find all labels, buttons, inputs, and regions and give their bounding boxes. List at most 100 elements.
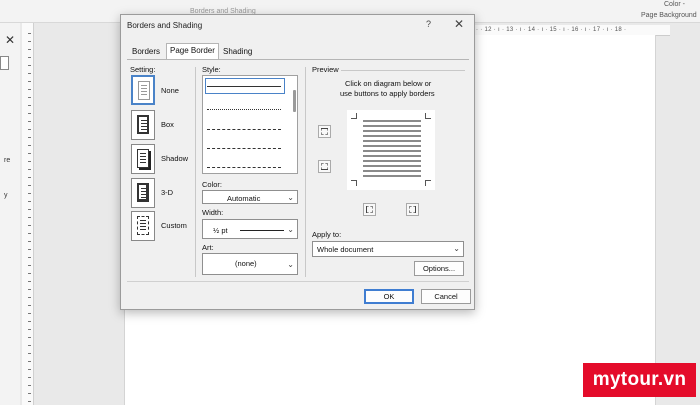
options-button[interactable]: Options... <box>414 261 464 276</box>
ribbon-page-background-label[interactable]: Page Background <box>641 12 697 19</box>
cancel-button[interactable]: Cancel <box>421 289 471 304</box>
ruler-tick <box>28 257 31 258</box>
style-dash-dot-line[interactable] <box>207 167 281 168</box>
ruler-tick <box>28 353 31 354</box>
footer-divider <box>127 281 469 282</box>
close-icon[interactable]: ✕ <box>454 17 464 31</box>
style-dashed-line[interactable] <box>207 129 281 130</box>
border-right-button[interactable] <box>406 203 419 216</box>
setting-box-label[interactable]: Box <box>161 120 174 129</box>
borders-and-shading-dialog: Borders and Shading ? ✕ Borders Page Bor… <box>120 14 475 310</box>
ruler-tick <box>28 225 31 226</box>
setting-shadow-label[interactable]: Shadow <box>161 154 188 163</box>
setting-shadow-icon[interactable] <box>131 144 155 174</box>
ribbon-color-label: Color - <box>664 1 686 8</box>
setting-box-icon[interactable] <box>131 110 155 140</box>
question-icon[interactable]: ? <box>426 19 431 29</box>
setting-3d-label[interactable]: 3-D <box>161 188 173 197</box>
corner-mark <box>351 113 357 119</box>
chevron-down-icon: ⌄ <box>287 193 294 202</box>
dialog-title: Borders and Shading <box>127 21 203 30</box>
ruler-tick <box>28 113 31 114</box>
ruler-tick <box>28 185 31 186</box>
ruler-tick <box>28 81 31 82</box>
mytour-logo: mytour.vn <box>583 363 696 397</box>
width-preview-line <box>240 230 284 231</box>
ruler-tick <box>28 241 31 242</box>
pane-close-icon[interactable]: ✕ <box>5 33 15 47</box>
ruler-tick <box>28 249 31 250</box>
ruler-tick <box>28 145 31 146</box>
color-dropdown[interactable]: Automatic ⌄ <box>202 190 298 204</box>
apply-to-dropdown[interactable]: Whole document ⌄ <box>312 241 464 257</box>
width-value: ½ pt <box>213 226 228 235</box>
color-value: Automatic <box>227 194 261 203</box>
ruler-tick <box>28 49 31 50</box>
corner-mark <box>425 113 431 119</box>
ruler-tick <box>28 73 31 74</box>
ruler-tick <box>28 41 31 42</box>
ruler-tick <box>28 377 31 378</box>
preview-group-line <box>341 70 465 71</box>
ruler-tick <box>28 361 31 362</box>
column-divider <box>305 67 306 277</box>
style-dash-line[interactable] <box>207 148 281 149</box>
ruler-tick <box>28 105 31 106</box>
border-top-button[interactable] <box>318 125 331 138</box>
preview-instruction-1: Click on diagram below or <box>345 79 432 88</box>
ruler-tick <box>28 385 31 386</box>
chevron-down-icon: ⌄ <box>287 225 294 234</box>
setting-none-label[interactable]: None <box>161 86 179 95</box>
ruler-tick <box>28 193 31 194</box>
setting-label: Setting: <box>130 65 156 74</box>
ruler-tick <box>28 33 31 34</box>
ruler-tick <box>28 393 31 394</box>
setting-none-icon[interactable] <box>131 75 155 105</box>
ruler-tick <box>28 161 31 162</box>
setting-custom-icon[interactable] <box>131 211 155 241</box>
ruler-tick <box>28 265 31 266</box>
tab-page-border[interactable]: Page Border <box>166 43 219 60</box>
ruler-tick <box>28 97 31 98</box>
preview-label: Preview <box>312 65 339 74</box>
side-letter: re <box>4 157 11 164</box>
width-dropdown[interactable]: ½ pt ⌄ <box>202 219 298 239</box>
style-listbox[interactable] <box>202 75 298 174</box>
chevron-down-icon: ⌄ <box>453 244 460 253</box>
art-dropdown[interactable]: (none) ⌄ <box>202 253 298 275</box>
style-dotted-line[interactable] <box>207 109 281 110</box>
tab-divider <box>127 59 469 60</box>
preview-instruction-2: use buttons to apply borders <box>340 89 435 98</box>
ruler-tick <box>28 177 31 178</box>
tab-shading[interactable]: Shading <box>220 45 255 59</box>
ruler-tick <box>28 217 31 218</box>
ruler-tick <box>28 89 31 90</box>
ruler-tick <box>28 201 31 202</box>
preview-diagram[interactable] <box>347 110 435 190</box>
ruler-tick <box>28 313 31 314</box>
ruler-tick <box>28 305 31 306</box>
side-letter: y <box>4 192 8 199</box>
ruler-tick <box>28 289 31 290</box>
ruler-tick <box>28 337 31 338</box>
border-bottom-button[interactable] <box>318 160 331 173</box>
setting-custom-label[interactable]: Custom <box>161 221 187 230</box>
ruler-tick <box>28 65 31 66</box>
column-divider <box>195 67 196 277</box>
ruler-tick <box>28 129 31 130</box>
setting-3d-icon[interactable] <box>131 178 155 208</box>
corner-mark <box>425 180 431 186</box>
apply-to-value: Whole document <box>317 245 374 254</box>
art-value: (none) <box>235 259 257 268</box>
style-scrollbar[interactable] <box>293 90 296 112</box>
ruler-tick <box>28 153 31 154</box>
ruler-tick <box>28 369 31 370</box>
ruler-tick <box>28 57 31 58</box>
style-solid-line[interactable] <box>207 86 281 87</box>
tab-borders[interactable]: Borders <box>129 45 163 59</box>
ruler-tick <box>28 281 31 282</box>
ruler-tick <box>28 209 31 210</box>
border-left-button[interactable] <box>363 203 376 216</box>
ruler-tick <box>28 233 31 234</box>
ok-button[interactable]: OK <box>364 289 414 304</box>
